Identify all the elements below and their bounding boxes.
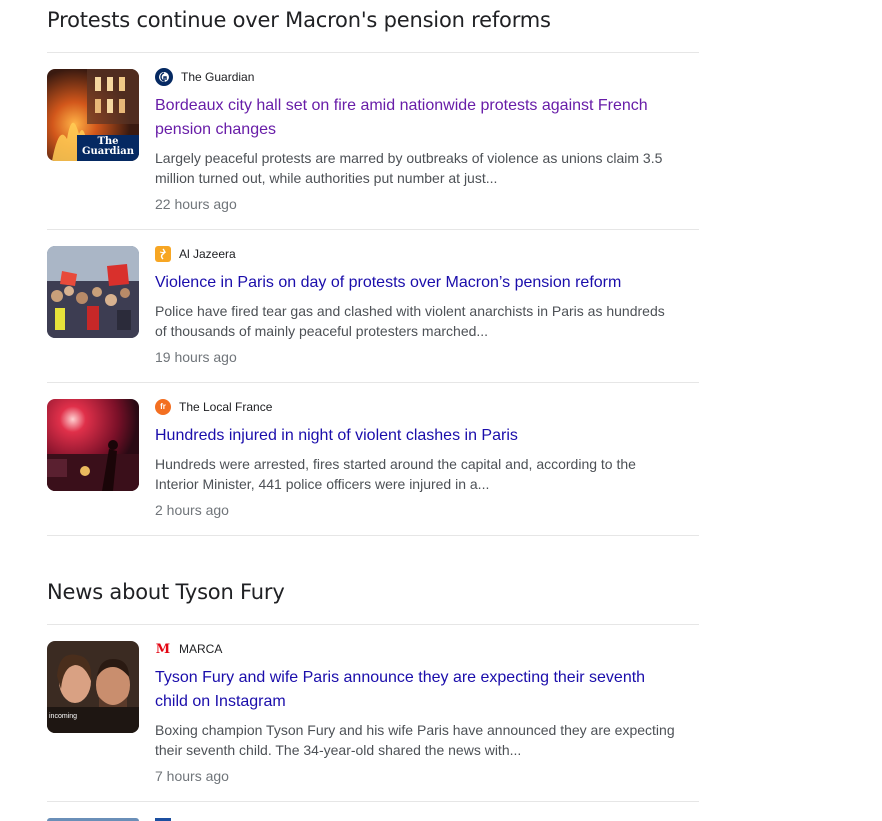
- article-thumbnail[interactable]: [47, 399, 139, 491]
- article-snippet: Police have fired tear gas and clashed w…: [155, 303, 665, 339]
- source-row: The Guardian: [155, 68, 675, 86]
- article-thumbnail[interactable]: The Guardian: [47, 69, 139, 161]
- guardian-thumb-logo: The Guardian: [81, 136, 135, 157]
- divider: [47, 52, 699, 53]
- source-name: The Local France: [179, 400, 273, 414]
- source-name: The Guardian: [181, 70, 255, 84]
- article-snippet: Largely peaceful protests are marred by …: [155, 150, 663, 186]
- article-headline-link[interactable]: Bordeaux city hall set on fire amid nati…: [155, 94, 675, 142]
- source-row: fr The Local France: [155, 399, 675, 415]
- source-row: M MARCA: [155, 641, 675, 657]
- divider: [47, 624, 699, 625]
- section-title-tyson-fury: News about Tyson Fury: [47, 580, 285, 604]
- source-name: Al Jazeera: [179, 247, 236, 261]
- guardian-logo-icon: [155, 68, 173, 86]
- source-name: MARCA: [179, 642, 223, 656]
- article-headline-link[interactable]: Hundreds injured in night of violent cla…: [155, 424, 675, 448]
- article-snippet: Hundreds were arrested, fires started ar…: [155, 456, 636, 492]
- divider: [47, 535, 699, 536]
- article-timestamp: 22 hours ago: [155, 196, 237, 212]
- source-row: Al Jazeera: [155, 246, 675, 262]
- article-headline-link[interactable]: Violence in Paris on day of protests ove…: [155, 271, 675, 295]
- section-title-macron-protests: Protests continue over Macron's pension …: [47, 8, 551, 32]
- divider: [47, 382, 699, 383]
- thelocal-fr-logo-icon: fr: [155, 399, 171, 415]
- aljazeera-logo-icon: [155, 246, 171, 262]
- instagram-sticker-text: incoming: [49, 713, 78, 720]
- article-timestamp: 2 hours ago: [155, 502, 229, 518]
- article-headline-link[interactable]: Tyson Fury and wife Paris announce they …: [155, 666, 675, 714]
- article-snippet: Boxing champion Tyson Fury and his wife …: [155, 722, 675, 758]
- article-timestamp: 7 hours ago: [155, 768, 229, 784]
- article-thumbnail[interactable]: [47, 246, 139, 338]
- divider: [47, 229, 699, 230]
- marca-logo-icon: M: [155, 641, 171, 657]
- article-timestamp: 19 hours ago: [155, 349, 237, 365]
- divider: [47, 801, 699, 802]
- article-thumbnail[interactable]: incoming: [47, 641, 139, 733]
